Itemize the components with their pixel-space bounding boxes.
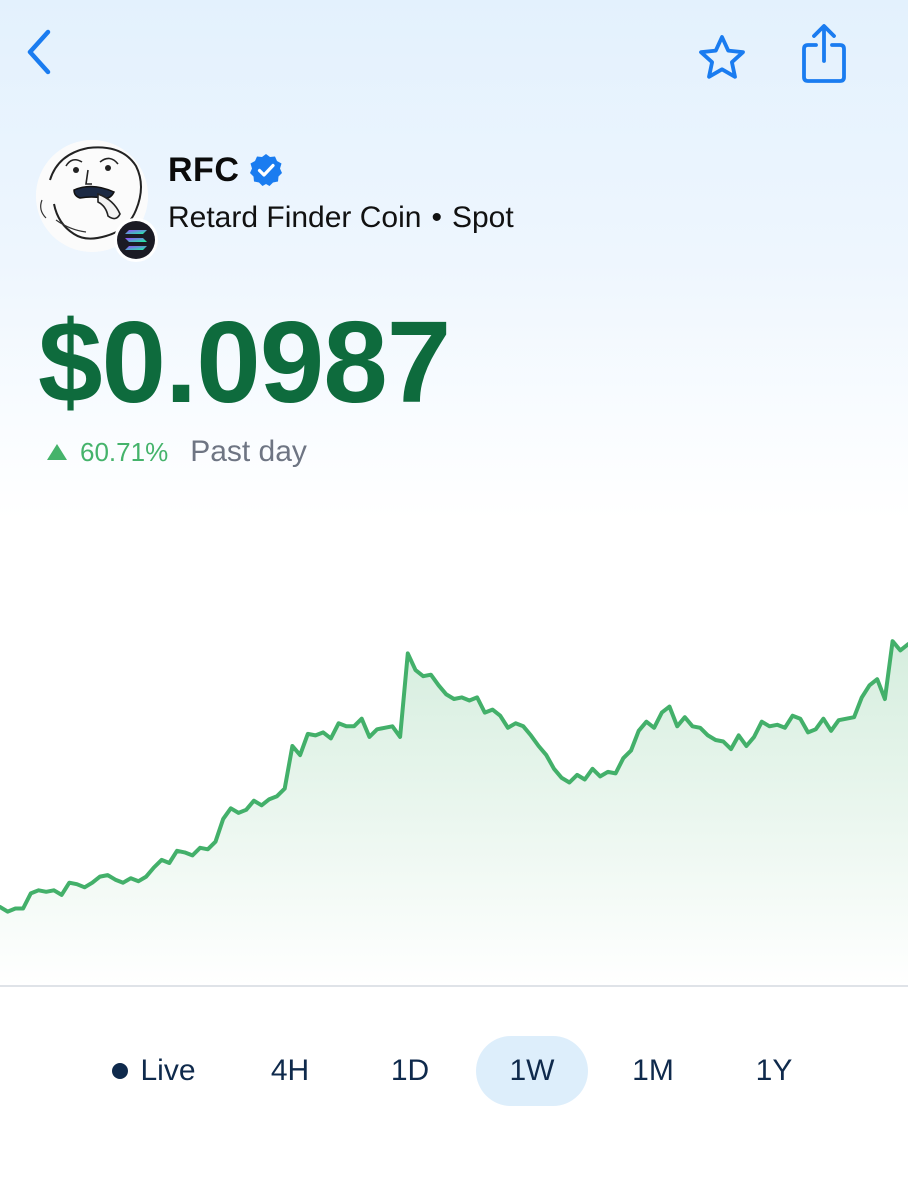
range-1y-label: 1Y: [755, 1054, 793, 1087]
range-1d-button[interactable]: 1D: [354, 1036, 466, 1106]
separator-dot: •: [431, 201, 442, 234]
range-1w-label: 1W: [509, 1054, 555, 1087]
share-button[interactable]: [794, 22, 854, 86]
range-4h-label: 4H: [270, 1054, 310, 1087]
time-range-selector: Live 4H 1D 1W 1M 1Y: [0, 1036, 908, 1106]
range-live-button[interactable]: Live: [96, 1036, 212, 1106]
current-price: $0.0987: [38, 297, 451, 427]
token-name: Retard Finder Coin: [168, 201, 422, 234]
range-live-label: Live: [140, 1054, 196, 1087]
price-change-percent: 60.71%: [80, 436, 169, 467]
top-navigation-bar: [0, 0, 908, 110]
price-change-period: Past day: [190, 435, 307, 468]
chart-baseline: [0, 985, 908, 987]
range-1m-button[interactable]: 1M: [597, 1036, 709, 1106]
token-title-row: RFC: [168, 150, 283, 190]
range-1y-button[interactable]: 1Y: [718, 1036, 830, 1106]
range-1d-label: 1D: [390, 1054, 430, 1087]
triangle-up-icon: [47, 444, 67, 460]
price-chart[interactable]: [0, 500, 908, 986]
market-type: Spot: [451, 201, 514, 234]
solana-icon: [125, 230, 147, 250]
share-icon: [802, 24, 846, 83]
back-button[interactable]: [14, 24, 64, 80]
chevron-left-icon: [27, 29, 51, 75]
token-ticker: RFC: [168, 150, 240, 189]
range-1w-button[interactable]: 1W: [476, 1036, 588, 1106]
range-1m-label: 1M: [632, 1054, 674, 1087]
favorite-button[interactable]: [692, 30, 752, 86]
verified-badge-icon: [250, 154, 283, 186]
price-change-row: 60.71% Past day: [46, 432, 307, 472]
token-subtitle: Retard Finder Coin • Spot: [168, 201, 514, 235]
star-outline-icon: [699, 35, 745, 79]
range-4h-button[interactable]: 4H: [234, 1036, 346, 1106]
chain-badge: [114, 218, 158, 262]
price-area-fill: [0, 641, 908, 986]
token-avatar: [36, 140, 158, 262]
live-dot-icon: [112, 1063, 129, 1079]
